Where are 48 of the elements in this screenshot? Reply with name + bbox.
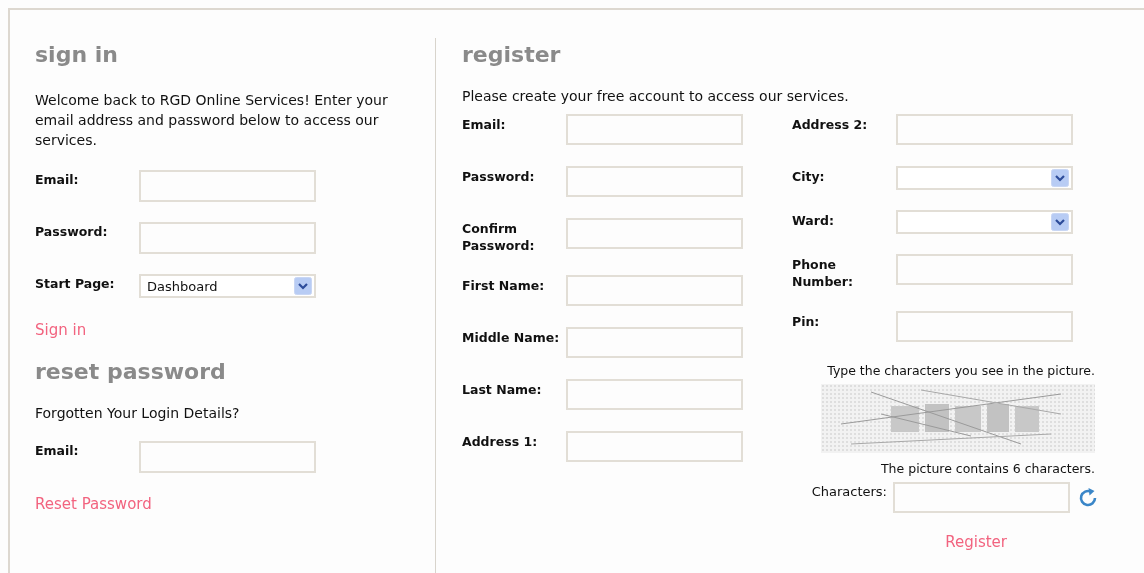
prompt-text: Forgotten Your Login Details?	[35, 405, 241, 421]
input-field[interactable]	[566, 114, 743, 145]
input-field[interactable]	[893, 482, 1070, 513]
field-label: Address 2:	[792, 116, 869, 133]
field-label: Email:	[462, 116, 507, 133]
field-label: Email:	[35, 442, 80, 458]
input-field[interactable]	[896, 114, 1073, 145]
field-label: Last Name:	[462, 381, 543, 398]
field-label: Phone Number:	[792, 256, 854, 290]
field-label: Confirm Password:	[462, 220, 536, 254]
input-field[interactable]	[139, 441, 316, 473]
captcha-instruction: Type the characters you see in the picture.	[827, 363, 1095, 378]
input-field[interactable]	[896, 254, 1073, 285]
welcome-text: Welcome back to RGD Online Services! Enter your email address and password below to access our services.	[35, 91, 389, 150]
field-label: Address 1:	[462, 433, 539, 450]
dropdown[interactable]: Dashboard	[139, 274, 316, 298]
reset-password-link[interactable]: Reset Password	[35, 495, 152, 513]
field-label: Password:	[462, 168, 536, 185]
field-label: City:	[792, 168, 826, 185]
section-heading: reset password	[35, 358, 227, 386]
section-heading: sign in	[35, 41, 119, 69]
field-label: Middle Name:	[462, 329, 561, 346]
input-field[interactable]	[139, 222, 316, 254]
dropdown[interactable]	[896, 210, 1073, 234]
field-label: Ward:	[792, 212, 835, 229]
intro-text: Please create your free account to access our services.	[462, 88, 850, 104]
chevron-down-icon	[1051, 169, 1069, 187]
register-link[interactable]: Register	[945, 533, 1007, 551]
input-field[interactable]	[566, 431, 743, 462]
input-field[interactable]	[566, 327, 743, 358]
input-field[interactable]	[139, 170, 316, 202]
input-field[interactable]	[566, 218, 743, 249]
captcha-note: The picture contains 6 characters.	[881, 461, 1095, 476]
dropdown[interactable]	[896, 166, 1073, 190]
field-label: Characters:	[811, 483, 887, 499]
input-field[interactable]	[566, 275, 743, 306]
input-field[interactable]	[896, 311, 1073, 342]
field-label: Start Page:	[35, 275, 116, 291]
field-label: Password:	[35, 223, 109, 239]
field-label: First Name:	[462, 277, 546, 294]
section-heading: register	[462, 41, 562, 69]
input-field[interactable]	[566, 166, 743, 197]
chevron-down-icon	[1051, 213, 1069, 231]
chevron-down-icon	[294, 277, 312, 295]
field-label: Email:	[35, 171, 80, 187]
input-field[interactable]	[566, 379, 743, 410]
sign-in-link[interactable]: Sign in	[35, 321, 87, 339]
field-label: Pin:	[792, 313, 821, 330]
